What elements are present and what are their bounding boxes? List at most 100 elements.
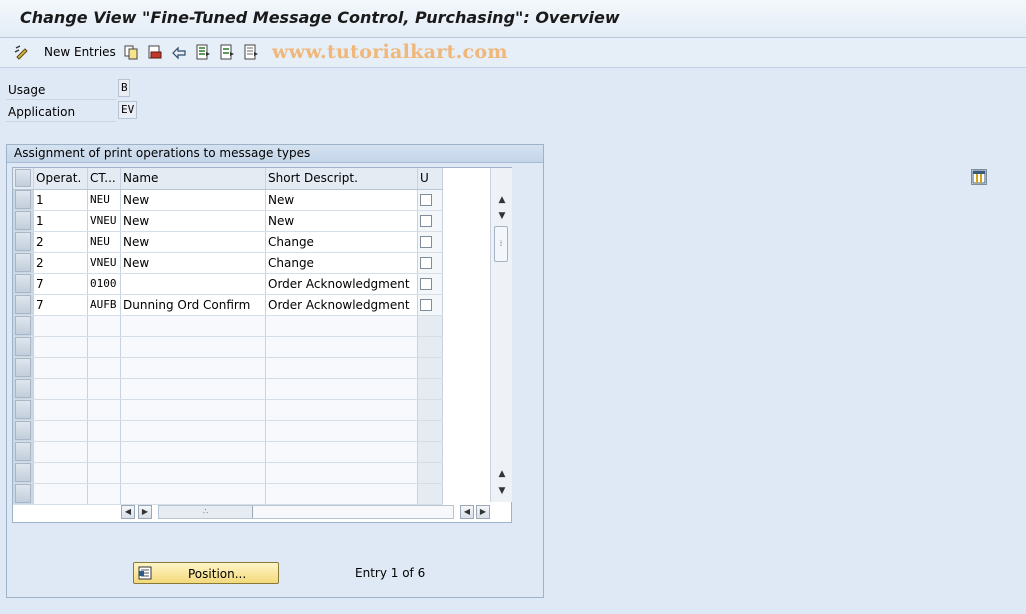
- row-selector[interactable]: [13, 462, 34, 484]
- cell-name[interactable]: New: [120, 231, 266, 253]
- row-selector[interactable]: [13, 315, 34, 337]
- empty-cell[interactable]: [33, 399, 88, 421]
- column-header-ct[interactable]: CT...: [87, 168, 121, 190]
- horizontal-scrollbar[interactable]: ◀ ▶ ∴ ◀ ▶: [118, 503, 490, 521]
- new-entries-button[interactable]: New Entries: [44, 45, 116, 59]
- cell-name[interactable]: New: [120, 210, 266, 232]
- empty-cell[interactable]: [265, 420, 418, 442]
- scroll-far-right-icon[interactable]: ▶: [476, 505, 490, 519]
- cell-name[interactable]: New: [120, 252, 266, 274]
- cell-short-descript[interactable]: New: [265, 189, 418, 211]
- empty-cell[interactable]: [265, 399, 418, 421]
- u-checkbox[interactable]: [420, 278, 432, 290]
- empty-cell[interactable]: [120, 357, 266, 379]
- empty-cell[interactable]: [120, 336, 266, 358]
- cell-operat[interactable]: 2: [33, 252, 88, 274]
- display-change-icon[interactable]: [14, 44, 30, 60]
- cell-short-descript[interactable]: Change: [265, 231, 418, 253]
- scroll-right-icon[interactable]: ▶: [138, 505, 152, 519]
- row-selector[interactable]: [13, 294, 34, 316]
- cell-operat[interactable]: 7: [33, 273, 88, 295]
- select-block-icon[interactable]: [219, 44, 235, 60]
- row-selector[interactable]: [13, 357, 34, 379]
- u-checkbox[interactable]: [420, 215, 432, 227]
- empty-cell[interactable]: [120, 420, 266, 442]
- cell-name[interactable]: [120, 273, 266, 295]
- empty-cell[interactable]: [120, 462, 266, 484]
- u-checkbox[interactable]: [420, 257, 432, 269]
- cell-ct[interactable]: NEU: [87, 189, 121, 211]
- u-checkbox[interactable]: [420, 236, 432, 248]
- position-button[interactable]: Position...: [133, 562, 279, 584]
- cell-ct[interactable]: AUFB: [87, 294, 121, 316]
- column-settings-icon[interactable]: [971, 169, 987, 185]
- empty-cell[interactable]: [265, 315, 418, 337]
- u-checkbox[interactable]: [420, 299, 432, 311]
- empty-cell[interactable]: [120, 441, 266, 463]
- horizontal-scroll-thumb[interactable]: ∴: [159, 506, 253, 518]
- empty-cell[interactable]: [87, 315, 121, 337]
- column-header-operat[interactable]: Operat.: [33, 168, 88, 190]
- empty-cell[interactable]: [120, 378, 266, 400]
- vertical-scroll-thumb[interactable]: ⁞: [494, 226, 508, 262]
- row-selector[interactable]: [13, 336, 34, 358]
- column-header-u[interactable]: U: [417, 168, 443, 190]
- empty-cell[interactable]: [265, 378, 418, 400]
- cell-ct[interactable]: VNEU: [87, 252, 121, 274]
- cell-short-descript[interactable]: Change: [265, 252, 418, 274]
- cell-name[interactable]: New: [120, 189, 266, 211]
- cell-operat[interactable]: 7: [33, 294, 88, 316]
- empty-cell[interactable]: [120, 315, 266, 337]
- scroll-up-icon[interactable]: ▲: [496, 194, 508, 206]
- delete-icon[interactable]: [147, 44, 163, 60]
- select-all-icon[interactable]: [195, 44, 211, 60]
- row-selector[interactable]: [13, 378, 34, 400]
- u-checkbox[interactable]: [420, 194, 432, 206]
- empty-cell[interactable]: [265, 336, 418, 358]
- column-header-name[interactable]: Name: [120, 168, 266, 190]
- empty-cell[interactable]: [87, 441, 121, 463]
- scroll-far-left-icon[interactable]: ◀: [460, 505, 474, 519]
- row-selector[interactable]: [13, 273, 34, 295]
- cell-short-descript[interactable]: Order Acknowledgment: [265, 294, 418, 316]
- undo-icon[interactable]: [171, 44, 187, 60]
- row-selector[interactable]: [13, 399, 34, 421]
- cell-operat[interactable]: 1: [33, 210, 88, 232]
- row-selector[interactable]: [13, 252, 34, 274]
- deselect-all-icon[interactable]: [243, 44, 259, 60]
- vertical-scrollbar[interactable]: ▲ ▼ ⁞ ▲ ▼: [490, 168, 987, 502]
- empty-cell[interactable]: [33, 315, 88, 337]
- scroll-down-icon[interactable]: ▼: [496, 210, 508, 222]
- select-all-rows-button[interactable]: [13, 168, 34, 190]
- empty-cell[interactable]: [33, 420, 88, 442]
- empty-cell[interactable]: [33, 462, 88, 484]
- cell-short-descript[interactable]: Order Acknowledgment: [265, 273, 418, 295]
- empty-cell[interactable]: [87, 336, 121, 358]
- cell-operat[interactable]: 1: [33, 189, 88, 211]
- row-selector[interactable]: [13, 231, 34, 253]
- page-up-icon[interactable]: ▲: [496, 468, 508, 480]
- empty-cell[interactable]: [33, 483, 88, 505]
- column-header-short-descript[interactable]: Short Descript.: [265, 168, 418, 190]
- cell-ct[interactable]: NEU: [87, 231, 121, 253]
- empty-cell[interactable]: [120, 399, 266, 421]
- empty-cell[interactable]: [33, 378, 88, 400]
- page-down-icon[interactable]: ▼: [496, 485, 508, 497]
- copy-icon[interactable]: [123, 44, 139, 60]
- row-selector[interactable]: [13, 189, 34, 211]
- empty-cell[interactable]: [33, 357, 88, 379]
- cell-operat[interactable]: 2: [33, 231, 88, 253]
- empty-cell[interactable]: [87, 420, 121, 442]
- cell-ct[interactable]: 0100: [87, 273, 121, 295]
- empty-cell[interactable]: [265, 462, 418, 484]
- empty-cell[interactable]: [265, 441, 418, 463]
- row-selector[interactable]: [13, 483, 34, 505]
- cell-name[interactable]: Dunning Ord Confirm: [120, 294, 266, 316]
- scroll-left-icon[interactable]: ◀: [121, 505, 135, 519]
- empty-cell[interactable]: [33, 441, 88, 463]
- empty-cell[interactable]: [87, 399, 121, 421]
- empty-cell[interactable]: [33, 336, 88, 358]
- cell-ct[interactable]: VNEU: [87, 210, 121, 232]
- row-selector[interactable]: [13, 420, 34, 442]
- cell-short-descript[interactable]: New: [265, 210, 418, 232]
